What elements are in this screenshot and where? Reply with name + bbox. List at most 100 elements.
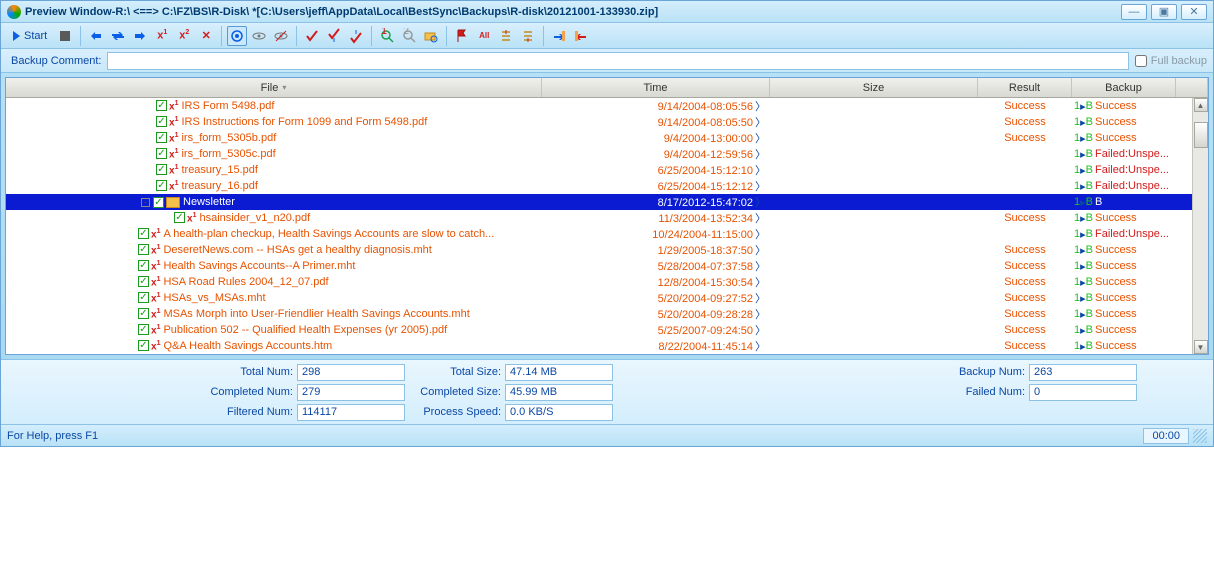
view-eye2-button[interactable] (271, 26, 291, 46)
scroll-up-button[interactable]: ▲ (1194, 98, 1208, 112)
table-row[interactable]: ✓x1HSAs_vs_MSAs.mht5/20/2004-09:27:52〉71… (6, 290, 1192, 306)
col-spacer (1176, 78, 1208, 97)
row-checkbox[interactable]: ✓ (153, 197, 164, 208)
check-up-button[interactable] (346, 26, 366, 46)
delete-icon: x1 (151, 292, 160, 304)
row-checkbox[interactable]: ✓ (138, 324, 149, 335)
search2-button[interactable]: 2 (399, 26, 419, 46)
x-button[interactable]: ✕ (196, 26, 216, 46)
col-backup[interactable]: Backup (1072, 78, 1176, 97)
full-backup-check-input[interactable] (1135, 55, 1147, 67)
table-row[interactable]: ✓x1Publication 502 -- Qualified Health E… (6, 322, 1192, 338)
backup-num-label: Backup Num: (809, 366, 1029, 378)
start-button[interactable]: Start (7, 26, 53, 46)
table-row[interactable]: ✓x1Q&A Health Savings Accounts.htm8/22/2… (6, 338, 1192, 354)
row-checkbox[interactable]: ✓ (156, 180, 167, 191)
table-row[interactable]: ✓x1irs_form_5305c.pdf9/4/2004-12:59:56〉4… (6, 146, 1192, 162)
check-down-button[interactable] (324, 26, 344, 46)
row-checkbox[interactable]: ✓ (138, 292, 149, 303)
row-checkbox[interactable]: ✓ (138, 228, 149, 239)
flag-button[interactable] (452, 26, 472, 46)
table-row[interactable]: ✓x1hsainsider_v1_n20.pdf11/3/2004-13:52:… (6, 210, 1192, 226)
x2-button[interactable]: x2 (174, 26, 194, 46)
row-checkbox[interactable]: ✓ (156, 132, 167, 143)
scroll-thumb[interactable] (1194, 122, 1208, 148)
sync-right-button[interactable] (130, 26, 150, 46)
import-button[interactable] (571, 26, 591, 46)
close-button[interactable]: ✕ (1181, 4, 1207, 20)
search1-button[interactable]: 1 (377, 26, 397, 46)
row-checkbox[interactable]: ✓ (138, 276, 149, 287)
search-folder-button[interactable] (421, 26, 441, 46)
backup-cell: 1▸BSuccess (1072, 212, 1176, 225)
table-row[interactable]: ✓x1IRS Form 5498.pdf9/14/2004-08:05:56〉1… (6, 98, 1192, 114)
sync-both-button[interactable] (108, 26, 128, 46)
minimize-button[interactable]: — (1121, 4, 1147, 20)
col-file[interactable]: File▾ (6, 78, 542, 97)
time-cell: 5/20/2004-09:27:52〉 (542, 290, 770, 306)
row-checkbox[interactable]: ✓ (156, 100, 167, 111)
total-size-label: Total Size: (405, 366, 505, 378)
table-row[interactable]: ✓x1Health Savings Accounts--A Primer.mht… (6, 258, 1192, 274)
x1-button[interactable]: x1 (152, 26, 172, 46)
expand-button[interactable] (518, 26, 538, 46)
backup-status-icon: 1▸B (1074, 324, 1093, 337)
col-time[interactable]: Time (542, 78, 770, 97)
table-row[interactable]: ✓x1MSAs Morph into User-Friendlier Healt… (6, 306, 1192, 322)
row-checkbox[interactable]: ✓ (138, 308, 149, 319)
process-speed-label: Process Speed: (405, 406, 505, 418)
maximize-button[interactable]: ▣ (1151, 4, 1177, 20)
backup-cell: 1▸BSuccess (1072, 292, 1176, 305)
total-num-label: Total Num: (1, 366, 297, 378)
backup-status-icon: 1▸B (1074, 100, 1093, 113)
delete-icon: x1 (151, 324, 160, 336)
table-row[interactable]: ✓x1irs_form_5305b.pdf9/4/2004-13:00:00〉4… (6, 130, 1192, 146)
status-clock: 00:00 (1143, 428, 1189, 444)
backup-status-icon: 1▸B (1074, 212, 1093, 225)
delete-icon: x1 (169, 116, 178, 128)
row-checkbox[interactable]: ✓ (138, 340, 149, 351)
tree-toggle[interactable]: - (141, 198, 150, 207)
separator (543, 26, 544, 46)
view-all-button[interactable] (227, 26, 247, 46)
sync-left-button[interactable] (86, 26, 106, 46)
backup-cell: 1▸BFailed:Unspe... (1072, 180, 1176, 193)
row-checkbox[interactable]: ✓ (138, 244, 149, 255)
result-cell: Success (978, 260, 1072, 272)
table-row[interactable]: ✓x1HSA Road Rules 2004_12_07.pdf12/8/200… (6, 274, 1192, 290)
row-checkbox[interactable]: ✓ (156, 164, 167, 175)
export-button[interactable] (549, 26, 569, 46)
table-row[interactable]: ✓x1treasury_16.pdf6/25/2004-15:12:12〉41,… (6, 178, 1192, 194)
file-name: A health-plan checkup, Health Savings Ac… (163, 228, 494, 240)
row-checkbox[interactable]: ✓ (138, 260, 149, 271)
full-backup-checkbox[interactable]: Full backup (1135, 55, 1207, 67)
col-size[interactable]: Size (770, 78, 978, 97)
resize-grip-icon[interactable] (1193, 429, 1207, 443)
table-row[interactable]: ✓x1DeseretNews.com -- HSAs get a healthy… (6, 242, 1192, 258)
table-row[interactable]: ✓x1A health-plan checkup, Health Savings… (6, 226, 1192, 242)
vertical-scrollbar[interactable]: ▲ ▼ (1192, 98, 1208, 354)
all-button[interactable]: All (474, 26, 494, 46)
check-red-button[interactable] (302, 26, 322, 46)
delete-icon: x1 (151, 340, 160, 352)
svg-text:2: 2 (403, 28, 409, 37)
backup-status-icon: 1▸B (1074, 228, 1093, 241)
row-checkbox[interactable]: ✓ (174, 212, 185, 223)
backup-cell: 1▸BSuccess (1072, 132, 1176, 145)
stop-button[interactable] (55, 26, 75, 46)
comment-input[interactable] (107, 52, 1128, 70)
view-eye1-button[interactable] (249, 26, 269, 46)
file-name: Health Savings Accounts--A Primer.mht (163, 260, 355, 272)
file-name: MSAs Morph into User-Friendlier Health S… (163, 308, 469, 320)
scroll-down-button[interactable]: ▼ (1194, 340, 1208, 354)
table-row[interactable]: -✓Newsletter8/17/2012-15:47:02〉0=1▸BB (6, 194, 1192, 210)
row-checkbox[interactable]: ✓ (156, 148, 167, 159)
col-result[interactable]: Result (978, 78, 1072, 97)
table-row[interactable]: ✓x1IRS Instructions for Form 1099 and Fo… (6, 114, 1192, 130)
collapse-button[interactable] (496, 26, 516, 46)
status-help-text: For Help, press F1 (7, 430, 98, 442)
row-checkbox[interactable]: ✓ (156, 116, 167, 127)
time-cell: 9/4/2004-13:00:00〉 (542, 130, 770, 146)
table-row[interactable]: ✓x1treasury_15.pdf6/25/2004-15:12:10〉41,… (6, 162, 1192, 178)
file-name: Newsletter (183, 196, 235, 208)
